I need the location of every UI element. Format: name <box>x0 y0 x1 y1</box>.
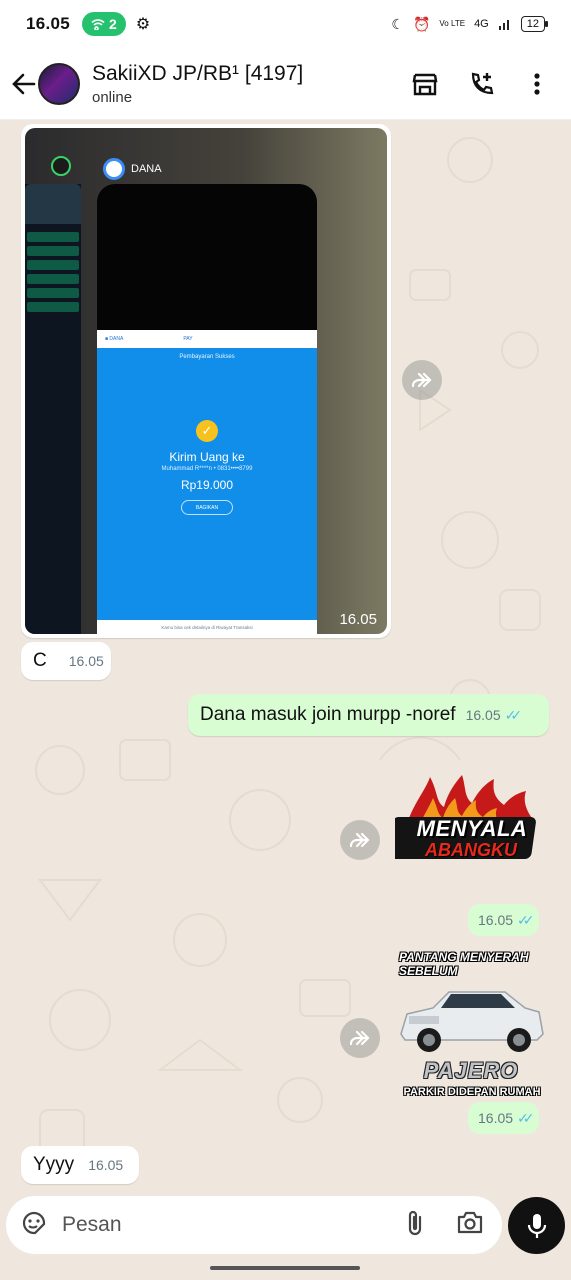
avatar[interactable] <box>38 62 80 105</box>
moon-icon: ☾ <box>391 15 404 32</box>
attach-icon[interactable] <box>404 1209 426 1242</box>
message-time: 16.05 <box>465 707 501 723</box>
status-time: 16.05 <box>26 14 71 33</box>
forward-icon <box>349 1030 370 1046</box>
message-text: C <box>33 650 47 671</box>
dark-phone-area <box>97 184 317 334</box>
incoming-message[interactable]: C 16.05 <box>21 642 111 680</box>
dana-receipt: ■ DANA PAY Pembayaran Sukses ✓ Kirim Uan… <box>97 330 317 634</box>
gear-icon: ⚙ <box>135 16 151 33</box>
signal-bars-icon <box>498 20 509 30</box>
status-icons: ☾ ⏰ Vo LTE 4G 12 <box>391 15 549 33</box>
read-receipt-icon: ✓✓ <box>504 706 523 723</box>
dana-app-name: DANA <box>131 163 162 175</box>
volte-indicator: Vo LTE <box>439 19 466 28</box>
message-time: 16.05 <box>88 1157 124 1173</box>
hotspot-indicator: 2 <box>82 12 126 36</box>
outgoing-message[interactable]: Dana masuk join murpp -noref 16.05 ✓✓ <box>188 694 549 736</box>
receipt-footer: Kamu bisa cek detailnya di Riwayat Trans… <box>97 620 317 634</box>
message-time: 16.05 <box>478 912 514 928</box>
message-time: 16.05 <box>339 611 377 628</box>
transfer-amount: Rp19.000 <box>180 478 234 492</box>
back-arrow-icon[interactable] <box>6 73 42 95</box>
message-text: Yyyy <box>33 1154 75 1175</box>
chat-area[interactable]: DANA ■ DANA PAY Pembayaran Sukses ✓ Kiri… <box>0 120 571 1192</box>
sticker-time: 16.05 ✓✓ <box>468 1102 539 1134</box>
camera-icon[interactable] <box>456 1209 484 1242</box>
store-icon[interactable] <box>411 70 439 98</box>
sticker-icon[interactable] <box>20 1209 48 1242</box>
car-image <box>400 991 544 1052</box>
recent-app-strip <box>25 184 81 634</box>
signal-4g: 4G <box>474 18 489 30</box>
battery-level: 12 <box>526 18 539 30</box>
forward-button[interactable] <box>340 820 380 860</box>
more-menu-icon[interactable] <box>523 70 551 98</box>
composer-icons <box>404 1209 484 1242</box>
image-message[interactable]: DANA ■ DANA PAY Pembayaran Sukses ✓ Kiri… <box>21 124 391 638</box>
dana-header-strip: ■ DANA PAY <box>97 330 317 348</box>
sticker-time: 16.05 ✓✓ <box>468 904 539 936</box>
microphone-icon <box>527 1213 546 1238</box>
transfer-recipient: Muhammad R****n • 0831••••8799 <box>161 466 253 472</box>
dana-app-label: DANA <box>103 158 162 180</box>
add-call-icon[interactable] <box>467 70 495 98</box>
incoming-message[interactable]: Yyyy 16.05 <box>21 1146 139 1184</box>
transfer-heading: Kirim Uang ke <box>169 450 245 464</box>
sticker-pajero[interactable]: PANTANG MENYERAH SEBELUM PAJERO PARKIR D… <box>395 948 547 1102</box>
header-actions <box>411 70 551 98</box>
read-receipt-icon: ✓✓ <box>517 911 535 928</box>
read-receipt-icon: ✓✓ <box>517 1109 535 1126</box>
sticker-text: SEBELUM <box>399 964 458 978</box>
message-input[interactable]: Pesan <box>62 1213 404 1237</box>
sticker-menyala[interactable]: MENYALA ABANGKU <box>387 772 547 884</box>
message-composer[interactable]: Pesan <box>6 1196 502 1254</box>
pay-label: PAY <box>183 336 193 342</box>
home-indicator[interactable] <box>210 1266 360 1270</box>
sticker-text: PARKIR DIDEPAN RUMAH <box>403 1086 541 1098</box>
chat-status: online <box>92 88 133 106</box>
payment-status: Pembayaran Sukses <box>179 354 235 360</box>
success-check-icon: ✓ <box>196 420 218 442</box>
sticker-text: MENYALA <box>416 816 528 841</box>
voice-record-button[interactable] <box>508 1197 565 1254</box>
status-bar: 16.05 2 ⚙ ☾ ⏰ Vo LTE 4G 12 <box>0 0 571 48</box>
share-button: BAGIKAN <box>181 500 233 515</box>
forward-button[interactable] <box>340 1018 380 1058</box>
hotspot-count: 2 <box>109 16 117 32</box>
forward-button[interactable] <box>402 360 442 400</box>
message-time: 16.05 <box>68 653 104 669</box>
forward-icon <box>349 832 370 848</box>
sticker-text: PANTANG MENYERAH <box>399 950 529 964</box>
chat-header: SakiiXD JP/RB¹ [4197] online <box>0 48 571 120</box>
forward-icon <box>411 372 432 388</box>
wifi-hotspot-icon <box>91 19 105 30</box>
chat-title: SakiiXD JP/RB¹ [4197] <box>92 61 304 85</box>
whatsapp-app-icon <box>51 156 71 176</box>
battery-icon: 12 <box>520 16 549 32</box>
sticker-text: ABANGKU <box>425 840 517 860</box>
chat-title-block[interactable]: SakiiXD JP/RB¹ [4197] online <box>92 62 303 106</box>
dana-logo-icon <box>103 158 125 180</box>
payment-screenshot[interactable]: DANA ■ DANA PAY Pembayaran Sukses ✓ Kiri… <box>25 128 387 634</box>
alarm-icon: ⏰ <box>412 15 431 32</box>
message-time: 16.05 <box>478 1110 514 1126</box>
sticker-text: PAJERO <box>423 1058 519 1083</box>
message-text: Dana masuk join murpp -noref <box>200 704 456 725</box>
